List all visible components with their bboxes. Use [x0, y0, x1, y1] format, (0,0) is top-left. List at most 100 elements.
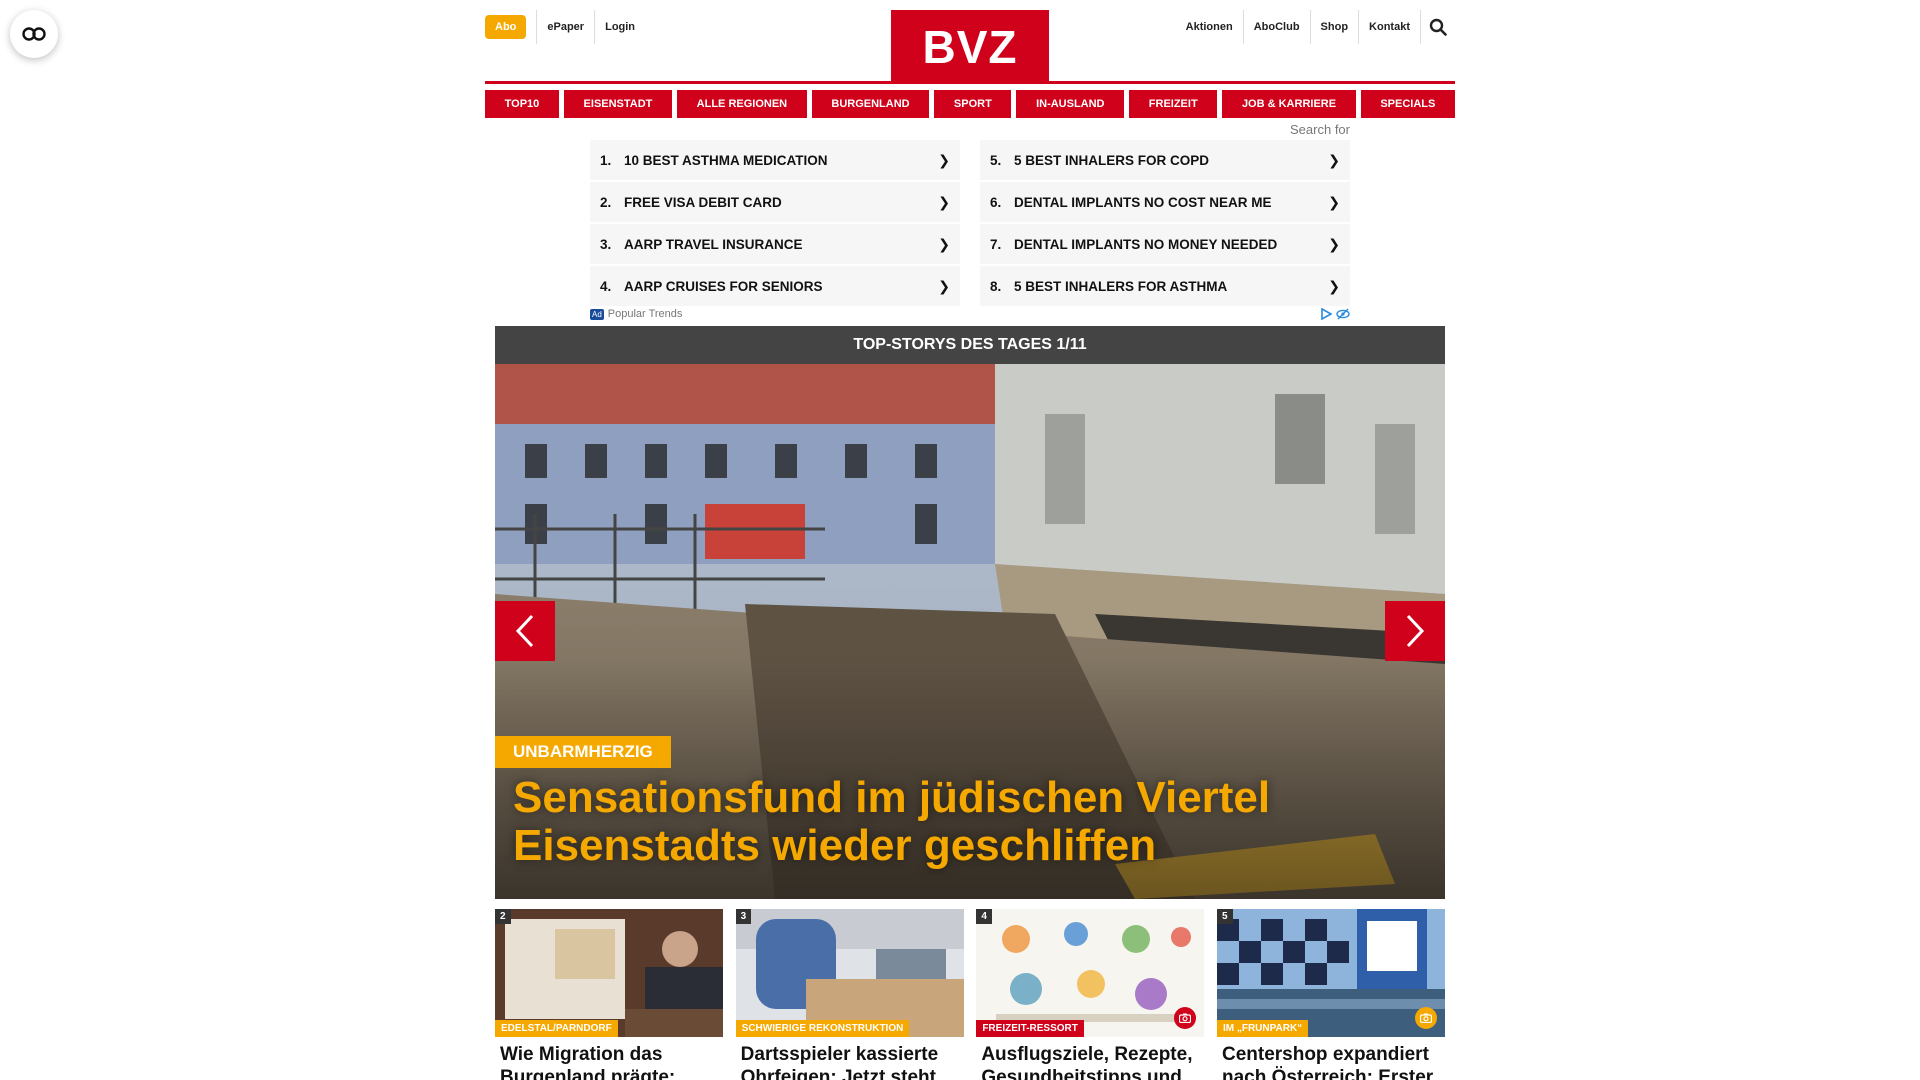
ad-link[interactable]: 8. 5 Best Inhalers for Asthma ❯	[980, 266, 1350, 306]
site-logo[interactable]: BVZ	[891, 10, 1049, 84]
ad-link[interactable]: 4. AARP Cruises for Seniors ❯	[590, 266, 960, 306]
story-number: 3	[735, 909, 752, 924]
story-image: 4 FREIZEIT-RESSORT	[976, 909, 1205, 1037]
chevron-right-icon: ❯	[1328, 193, 1340, 210]
ad-link-number: 5.	[990, 152, 1002, 168]
nav-item-job-karriere[interactable]: JOB & KARRIERE	[1222, 90, 1356, 118]
chevron-right-icon: ❯	[938, 235, 950, 252]
story-title[interactable]: Ausflugsziele, Rezepte, Gesundheitstipps…	[976, 1043, 1204, 1080]
ad-badge: Ad	[590, 308, 604, 320]
epaper-link[interactable]: ePaper	[536, 10, 594, 44]
story-card[interactable]: 3 SCHWIERIGE REKONSTRUKTION Dartsspieler…	[735, 909, 964, 1080]
nav-item-sport[interactable]: SPORT	[934, 90, 1012, 118]
ad-link-number: 6.	[990, 194, 1002, 210]
ad-link-number: 3.	[600, 236, 612, 252]
nav-item-specials[interactable]: SPECIALS	[1360, 90, 1455, 118]
story-image: 5 IM „FRUNPARK“	[1216, 909, 1445, 1037]
chevron-right-icon: ❯	[938, 151, 950, 168]
ad-link-text: Dental Implants No Money Needed	[1014, 236, 1278, 252]
ad-link-number: 2.	[600, 194, 612, 210]
gallery-badge	[1414, 1007, 1437, 1029]
site-header: Abo ePaper Login BVZ Aktionen AboClub Sh…	[485, 0, 1455, 84]
ad-link-text: AARP Cruises for Seniors	[624, 278, 823, 294]
ad-link-number: 1.	[600, 152, 612, 168]
ad-search-for-label: Search for	[1290, 122, 1350, 137]
story-title[interactable]: Wie Migration das Burgenland prägte:	[495, 1043, 723, 1080]
adchoices-icon	[1321, 308, 1332, 320]
camera-icon	[1419, 1013, 1432, 1023]
hero-story[interactable]: UNBARMHERZIG Sensationsfund im jüdischen…	[495, 364, 1445, 899]
nav-item-in-ausland[interactable]: IN-AUSLAND	[1016, 90, 1125, 118]
abo-button[interactable]: Abo	[485, 15, 527, 39]
ad-link[interactable]: 7. Dental Implants No Money Needed ❯	[980, 224, 1350, 264]
chevron-left-icon	[515, 614, 534, 648]
carousel-next-button[interactable]	[1385, 601, 1445, 661]
top-stories-section: TOP-STORYS DES TAGES 1/11 UNBARMHERZIG S…	[495, 326, 1445, 1080]
story-title[interactable]: Dartsspieler kassierte Ohrfeigen: Jetzt …	[736, 1043, 964, 1080]
carousel-prev-button[interactable]	[495, 601, 555, 661]
story-card[interactable]: 5 IM „FRUNPARK“ Centershop expandiert na…	[1216, 909, 1445, 1080]
story-number: 5	[1216, 909, 1233, 924]
hero-headline[interactable]: Sensationsfund im jüdischen Viertel Eise…	[513, 774, 1393, 870]
aktionen-link[interactable]: Aktionen	[1176, 10, 1244, 44]
chevron-right-icon: ❯	[938, 193, 950, 210]
story-image: 3 SCHWIERIGE REKONSTRUKTION	[735, 909, 964, 1037]
chevron-right-icon	[1406, 614, 1425, 648]
ad-source[interactable]: Popular Trends	[608, 308, 683, 320]
header-right-links: Aktionen AboClub Shop Kontakt	[1176, 10, 1455, 44]
ad-choices[interactable]	[1320, 308, 1350, 320]
ad-links-grid: 1. 10 Best Asthma Medication ❯ 5. 5 Best In…	[590, 140, 1350, 306]
ad-link-text: Dental Implants No Cost Near Me	[1014, 194, 1272, 210]
ad-footer: Ad Popular Trends	[590, 308, 1350, 320]
story-photo	[976, 909, 1205, 1037]
hide-ad-icon	[1336, 308, 1350, 320]
nav-item-freizeit[interactable]: FREIZEIT	[1129, 90, 1218, 118]
ad-link-text: Free Visa Debit Card	[624, 194, 782, 210]
chevron-right-icon: ❯	[1328, 151, 1340, 168]
story-kicker: IM „FRUNPARK“	[1216, 1020, 1309, 1037]
chevron-right-icon: ❯	[1328, 277, 1340, 294]
story-photo	[1216, 909, 1445, 1037]
ad-link-text: 10 Best Asthma Medication	[624, 152, 828, 168]
chevron-right-icon: ❯	[1328, 235, 1340, 252]
story-image: 2 EDELSTAL/PARNDORF	[495, 909, 723, 1037]
ad-link-text: AARP Travel Insurance	[624, 236, 803, 252]
chevron-right-icon: ❯	[938, 277, 950, 294]
ad-link-number: 8.	[990, 278, 1002, 294]
login-link[interactable]: Login	[594, 10, 645, 44]
kontakt-link[interactable]: Kontakt	[1359, 10, 1421, 44]
shop-link[interactable]: Shop	[1311, 10, 1360, 44]
page-container: Abo ePaper Login BVZ Aktionen AboClub Sh…	[485, 0, 1455, 1080]
story-title[interactable]: Centershop expandiert nach Österreich: E…	[1217, 1043, 1445, 1080]
ad-link-text: 5 Best Inhalers for Asthma	[1014, 278, 1228, 294]
ad-link-text: 5 Best Inhalers for COPD	[1014, 152, 1210, 168]
top-stories-heading: TOP-STORYS DES TAGES 1/11	[495, 326, 1445, 364]
story-thumbnails: 2 EDELSTAL/PARNDORF Wie Migration das Bu…	[495, 909, 1445, 1080]
story-kicker: FREIZEIT-RESSORT	[976, 1020, 1084, 1037]
search-button[interactable]	[1421, 10, 1455, 44]
story-card[interactable]: 4 FREIZEIT-RESSORT Ausflugsziele, Rezept…	[976, 909, 1205, 1080]
camera-icon	[1179, 1013, 1192, 1023]
main-navigation: TOP10 EISENSTADT ALLE REGIONEN BURGENLAN…	[485, 90, 1455, 118]
story-photo	[495, 909, 723, 1037]
ad-link[interactable]: 6. Dental Implants No Cost Near Me ❯	[980, 182, 1350, 222]
nav-item-alle-regionen[interactable]: ALLE REGIONEN	[677, 90, 807, 118]
story-kicker: EDELSTAL/PARNDORF	[495, 1020, 618, 1037]
story-kicker: SCHWIERIGE REKONSTRUKTION	[735, 1020, 910, 1037]
ad-link[interactable]: 3. AARP Travel Insurance ❯	[590, 224, 960, 264]
nav-item-burgenland[interactable]: BURGENLAND	[811, 90, 930, 118]
header-left-links: Abo ePaper Login	[485, 10, 645, 44]
ad-link-number: 4.	[600, 278, 612, 294]
ad-link[interactable]: 5. 5 Best Inhalers for COPD ❯	[980, 140, 1350, 180]
ad-link[interactable]: 2. Free Visa Debit Card ❯	[590, 182, 960, 222]
ad-link[interactable]: 1. 10 Best Asthma Medication ❯	[590, 140, 960, 180]
aboclub-link[interactable]: AboClub	[1244, 10, 1311, 44]
search-icon	[1429, 18, 1447, 36]
nav-item-top10[interactable]: TOP10	[485, 90, 559, 118]
reader-mode-button[interactable]	[10, 10, 58, 58]
nav-item-eisenstadt[interactable]: EISENSTADT	[563, 90, 673, 118]
sponsored-search-ad: Search for 1. 10 Best Asthma Medication ❯ …	[590, 118, 1350, 326]
reader-mode-icon	[22, 27, 46, 41]
story-number: 4	[976, 909, 992, 924]
story-card[interactable]: 2 EDELSTAL/PARNDORF Wie Migration das Bu…	[495, 909, 723, 1080]
